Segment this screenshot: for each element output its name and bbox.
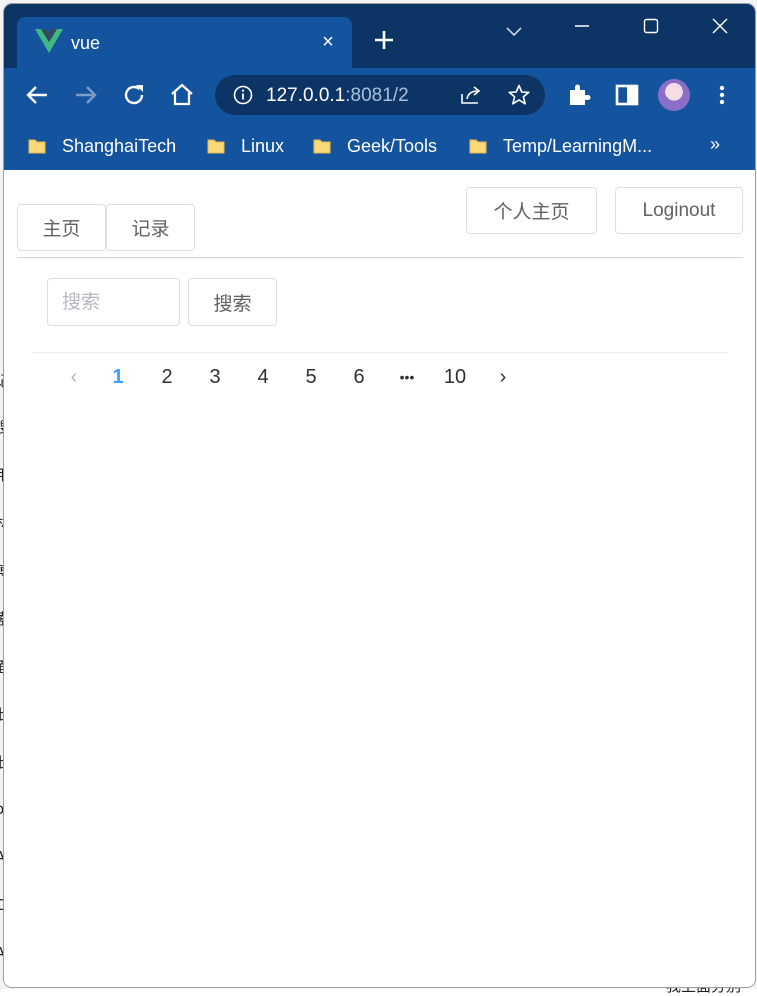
search-input[interactable] bbox=[47, 278, 180, 326]
folder-icon bbox=[469, 139, 487, 154]
vue-logo-icon bbox=[35, 29, 63, 53]
side-panel-icon[interactable] bbox=[612, 80, 642, 110]
pagination-next-icon[interactable]: › bbox=[483, 360, 523, 394]
folder-icon bbox=[313, 139, 331, 154]
info-icon[interactable] bbox=[233, 85, 253, 105]
home-button[interactable]: 主页 bbox=[17, 204, 106, 251]
plus-icon[interactable] bbox=[370, 26, 398, 54]
bookmarks-bar: ShanghaiTech Linux Geek/Tools Temp/Learn… bbox=[4, 122, 755, 170]
folder-icon bbox=[207, 139, 225, 154]
page-content: 主页 记录 个人主页 Loginout 搜索 ‹ 1 2 3 4 5 6 •••… bbox=[4, 170, 755, 987]
address-bar[interactable]: 127.0.0.1:8081/2 bbox=[215, 75, 545, 115]
pagination-page[interactable]: 4 bbox=[243, 360, 283, 394]
tab-close-icon[interactable]: × bbox=[315, 29, 341, 55]
address-host: 127.0.0.1 bbox=[266, 85, 346, 106]
pagination-page[interactable]: 3 bbox=[195, 360, 235, 394]
minimize-icon[interactable] bbox=[562, 12, 602, 48]
forward-icon[interactable] bbox=[71, 80, 101, 110]
bookmarks-overflow-icon[interactable]: » bbox=[710, 134, 720, 155]
back-icon[interactable] bbox=[22, 80, 52, 110]
close-icon[interactable] bbox=[700, 12, 740, 48]
pagination-page[interactable]: 5 bbox=[291, 360, 331, 394]
chevron-down-icon[interactable] bbox=[494, 12, 534, 48]
logout-button[interactable]: Loginout bbox=[615, 187, 743, 234]
bookmark-folder[interactable]: Linux bbox=[207, 134, 284, 158]
bookmark-folder[interactable]: Geek/Tools bbox=[313, 134, 437, 158]
bookmark-label: Geek/Tools bbox=[347, 135, 438, 156]
folder-icon bbox=[28, 139, 46, 154]
bookmark-label: Temp/LearningM... bbox=[503, 135, 653, 156]
address-path: :8081/2 bbox=[345, 85, 409, 106]
bookmark-label: Linux bbox=[241, 135, 285, 156]
pagination-prev-icon[interactable]: ‹ bbox=[54, 360, 94, 394]
tab-vue[interactable]: vue × bbox=[17, 17, 352, 69]
reload-icon[interactable] bbox=[119, 80, 149, 110]
pagination-page[interactable]: 6 bbox=[339, 360, 379, 394]
pagination-ellipsis-icon[interactable]: ••• bbox=[387, 360, 427, 394]
profile-avatar[interactable] bbox=[658, 79, 690, 111]
pagination-page-last[interactable]: 10 bbox=[435, 360, 475, 394]
tab-title: vue bbox=[71, 33, 101, 53]
bookmark-folder[interactable]: ShanghaiTech bbox=[28, 134, 176, 158]
content-divider bbox=[32, 352, 728, 353]
pagination-page[interactable]: 2 bbox=[147, 360, 187, 394]
bookmark-folder[interactable]: Temp/LearningM... bbox=[469, 134, 652, 158]
address-url[interactable]: 127.0.0.1:8081/2 bbox=[266, 85, 409, 107]
browser-toolbar: 127.0.0.1:8081/2 bbox=[4, 68, 755, 122]
share-icon[interactable] bbox=[459, 84, 483, 106]
home-icon[interactable] bbox=[167, 80, 197, 110]
records-button[interactable]: 记录 bbox=[106, 204, 195, 251]
star-icon[interactable] bbox=[507, 83, 531, 107]
extensions-icon[interactable] bbox=[564, 80, 594, 110]
tab-strip: vue × bbox=[4, 4, 755, 69]
pagination-page[interactable]: 1 bbox=[98, 360, 138, 394]
bookmark-label: ShanghaiTech bbox=[62, 135, 177, 156]
maximize-icon[interactable] bbox=[631, 12, 671, 48]
kebab-menu-icon[interactable] bbox=[707, 80, 737, 110]
browser-window: vue × 127.0.0.1:8081/2 ShanghaiTech Linu… bbox=[4, 4, 755, 987]
profile-button[interactable]: 个人主页 bbox=[466, 187, 597, 234]
search-button[interactable]: 搜索 bbox=[188, 278, 277, 326]
header-divider bbox=[17, 257, 743, 258]
